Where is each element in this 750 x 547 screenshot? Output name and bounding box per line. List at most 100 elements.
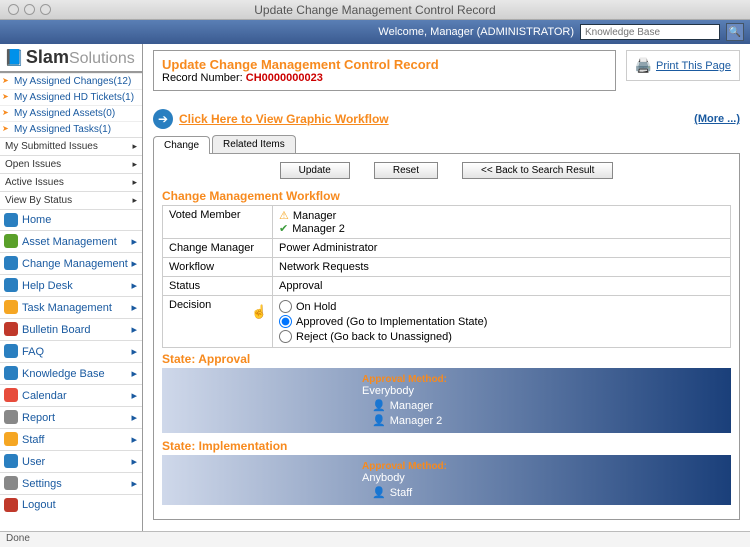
nav-icon bbox=[4, 213, 18, 227]
check-icon: ✔ bbox=[279, 222, 288, 235]
print-box: 🖨️ Print This Page bbox=[626, 50, 740, 81]
nav-assigned-0[interactable]: My Assigned Changes(12) bbox=[0, 73, 142, 89]
logo-icon: 📘 bbox=[4, 50, 24, 67]
chevron-right-icon: ▸ bbox=[131, 345, 137, 358]
chevron-right-icon: ▸ bbox=[131, 301, 137, 314]
nav-menu-1[interactable]: Open Issues▸ bbox=[0, 155, 142, 173]
nav-help-desk[interactable]: Help Desk▸ bbox=[0, 274, 142, 296]
radio-reject[interactable] bbox=[279, 330, 292, 343]
page-title: Update Change Management Control Record bbox=[162, 57, 607, 72]
nav-logout[interactable]: Logout bbox=[0, 494, 142, 515]
radio-on-hold[interactable] bbox=[279, 300, 292, 313]
impl-person-1: Staff bbox=[390, 487, 412, 499]
nav-icon bbox=[4, 366, 18, 380]
nav-icon bbox=[4, 410, 18, 424]
window-minimize-button[interactable] bbox=[24, 4, 35, 15]
nav-change-management[interactable]: Change Management▸ bbox=[0, 252, 142, 274]
nav-menu-0[interactable]: My Submitted Issues▸ bbox=[0, 137, 142, 155]
nav-assigned-1[interactable]: My Assigned HD Tickets(1) bbox=[0, 89, 142, 105]
title-box: Update Change Management Control Record … bbox=[153, 50, 616, 91]
chevron-right-icon: ▸ bbox=[131, 323, 137, 336]
approval-method-value: Everybody bbox=[362, 385, 723, 397]
print-link[interactable]: Print This Page bbox=[656, 60, 731, 72]
nav-asset-management[interactable]: Asset Management ▸ bbox=[0, 230, 142, 252]
window-titlebar: Update Change Management Control Record bbox=[0, 0, 750, 20]
cursor-icon: ☝ bbox=[251, 304, 267, 320]
radio-approved-label: Approved (Go to Implementation State) bbox=[296, 316, 487, 328]
logo: 📘SlamSolutions bbox=[0, 44, 142, 73]
search-button[interactable]: 🔍 bbox=[726, 23, 744, 41]
nav-label: Change Management bbox=[22, 258, 128, 270]
nav-home[interactable]: Home bbox=[0, 209, 142, 230]
nav-label: Logout bbox=[22, 499, 56, 511]
nav-icon bbox=[4, 234, 18, 248]
sidebar: 📘SlamSolutions My Assigned Changes(12)My… bbox=[0, 44, 143, 531]
nav-label: Settings bbox=[22, 478, 62, 490]
impl-method-value: Anybody bbox=[362, 472, 723, 484]
nav-icon bbox=[4, 498, 18, 512]
more-link[interactable]: (More ...) bbox=[694, 113, 740, 125]
tab-body: Update Reset << Back to Search Result Ch… bbox=[153, 153, 740, 520]
nav-label: Report bbox=[22, 412, 55, 424]
workflow-label: Workflow bbox=[163, 258, 273, 277]
nav-icon bbox=[4, 278, 18, 292]
nav-faq[interactable]: FAQ ▸ bbox=[0, 340, 142, 362]
search-icon: 🔍 bbox=[729, 27, 741, 38]
window-zoom-button[interactable] bbox=[40, 4, 51, 15]
chevron-right-icon: ▸ bbox=[131, 433, 137, 446]
cm-workflow-heading: Change Management Workflow bbox=[162, 189, 731, 203]
tab-related-items[interactable]: Related Items bbox=[212, 135, 296, 153]
impl-method-label: Approval Method: bbox=[362, 461, 723, 472]
chevron-right-icon: ▸ bbox=[131, 389, 137, 402]
decision-label: Decision bbox=[169, 299, 211, 311]
tabs: Change Related Items bbox=[153, 135, 740, 153]
workflow-value: Network Requests bbox=[273, 258, 731, 277]
chevron-right-icon: ▸ bbox=[131, 367, 137, 380]
chevron-right-icon: ▸ bbox=[131, 477, 137, 490]
status-value: Approval bbox=[273, 277, 731, 296]
search-input[interactable] bbox=[580, 24, 720, 40]
chevron-right-icon: ▸ bbox=[131, 455, 137, 468]
logo-sub: Solutions bbox=[69, 50, 135, 67]
nav-report[interactable]: Report▸ bbox=[0, 406, 142, 428]
radio-approved[interactable] bbox=[279, 315, 292, 328]
nav-label: Task Management bbox=[22, 302, 112, 314]
status-label: Status bbox=[163, 277, 273, 296]
state-approval-box: Approval Method: Everybody 👤Manager 👤Man… bbox=[162, 368, 731, 433]
nav-label: Asset Management bbox=[22, 236, 117, 248]
update-button[interactable]: Update bbox=[280, 162, 350, 179]
nav-calendar[interactable]: Calendar▸ bbox=[0, 384, 142, 406]
window-close-button[interactable] bbox=[8, 4, 19, 15]
nav-assigned-2[interactable]: My Assigned Assets(0) bbox=[0, 105, 142, 121]
reset-button[interactable]: Reset bbox=[374, 162, 438, 179]
nav-task-management[interactable]: Task Management ▸ bbox=[0, 296, 142, 318]
radio-on-hold-label: On Hold bbox=[296, 301, 336, 313]
nav-menu-2[interactable]: Active Issues▸ bbox=[0, 173, 142, 191]
nav-settings[interactable]: Settings ▸ bbox=[0, 472, 142, 494]
status-bar: Done bbox=[0, 531, 750, 547]
nav-bulletin-board[interactable]: Bulletin Board▸ bbox=[0, 318, 142, 340]
view-workflow-link[interactable]: Click Here to View Graphic Workflow bbox=[179, 112, 389, 126]
voted-member-2: Manager 2 bbox=[292, 223, 345, 235]
chevron-right-icon: ▸ bbox=[131, 257, 137, 270]
person-icon: 👤 bbox=[372, 486, 386, 499]
printer-icon: 🖨️ bbox=[635, 57, 652, 74]
main-content: Update Change Management Control Record … bbox=[143, 44, 750, 531]
nav-label: FAQ bbox=[22, 346, 44, 358]
nav-menu-3[interactable]: View By Status▸ bbox=[0, 191, 142, 209]
voted-member-label: Voted Member bbox=[163, 206, 273, 239]
nav-user[interactable]: User▸ bbox=[0, 450, 142, 472]
nav-knowledge-base[interactable]: Knowledge Base▸ bbox=[0, 362, 142, 384]
approval-method-label: Approval Method: bbox=[362, 374, 723, 385]
nav-staff[interactable]: Staff▸ bbox=[0, 428, 142, 450]
state-implementation-heading: State: Implementation bbox=[162, 439, 731, 453]
nav-assigned-3[interactable]: My Assigned Tasks(1) bbox=[0, 121, 142, 137]
record-number: CH0000000023 bbox=[246, 72, 323, 84]
tab-change[interactable]: Change bbox=[153, 136, 210, 154]
chevron-right-icon: ▸ bbox=[131, 235, 137, 248]
person-icon: 👤 bbox=[372, 414, 386, 427]
window-title: Update Change Management Control Record bbox=[254, 3, 495, 17]
back-to-search-button[interactable]: << Back to Search Result bbox=[462, 162, 613, 179]
welcome-text: Welcome, Manager (ADMINISTRATOR) bbox=[378, 26, 574, 38]
record-label: Record Number: bbox=[162, 72, 243, 84]
